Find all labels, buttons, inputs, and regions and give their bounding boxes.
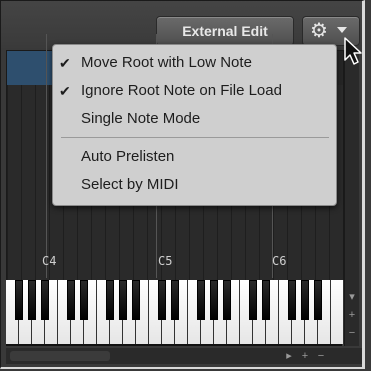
sampler-editor: External Edit ⚙ C4 C5 C6 ▾ + − ▸ + − ✔ M… <box>0 0 371 371</box>
window-frame <box>0 0 365 369</box>
